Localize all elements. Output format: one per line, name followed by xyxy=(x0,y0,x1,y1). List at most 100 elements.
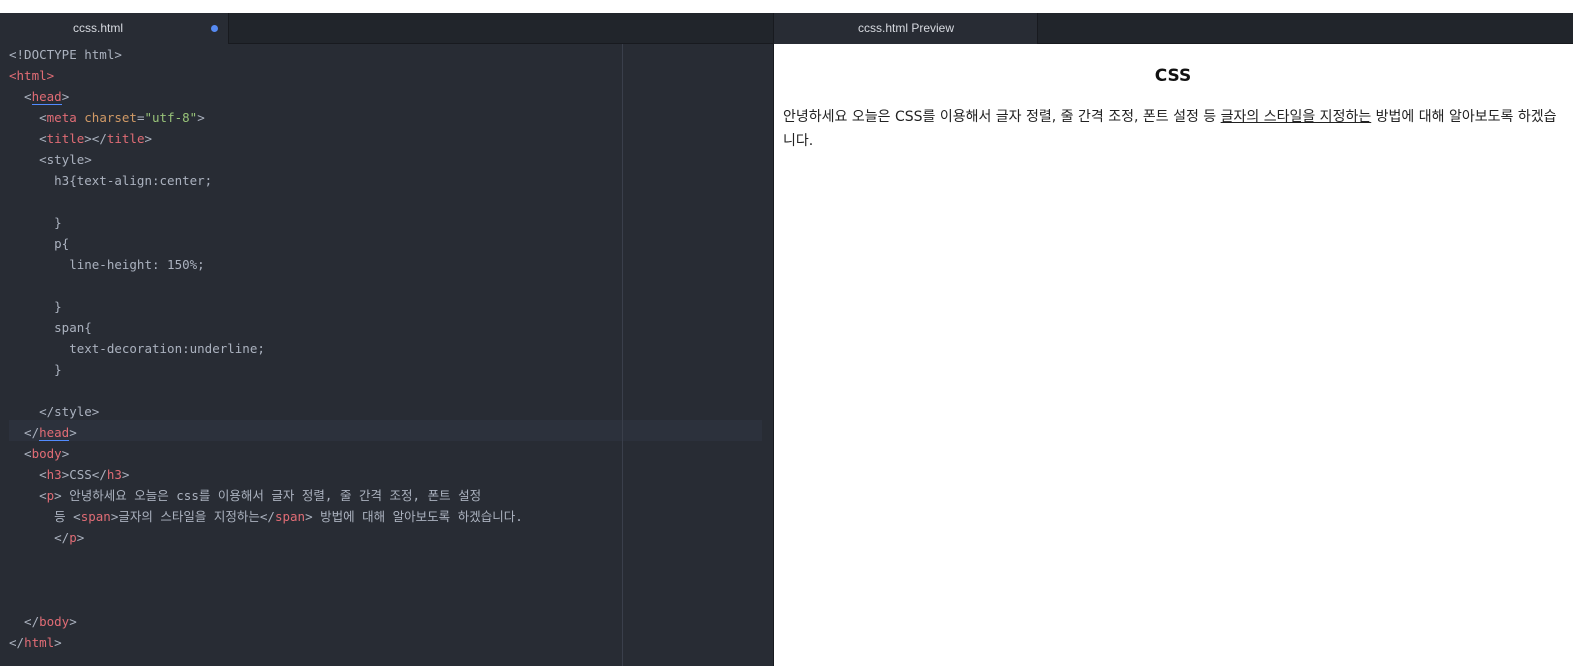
code-line[interactable]: 등 <span>글자의 스타일을 지정하는</span> 방법에 대해 알아보도… xyxy=(9,506,523,527)
code-token: html xyxy=(16,68,47,83)
code-token: 등 < xyxy=(9,509,81,524)
code-line[interactable]: </style> xyxy=(9,401,523,422)
code-line[interactable] xyxy=(9,548,523,569)
code-token: ></ xyxy=(84,131,107,146)
code-token: > 방법에 대해 알아보도록 하겠습니다. xyxy=(305,509,523,524)
code-token: > xyxy=(197,110,205,125)
code-token: title xyxy=(106,131,145,146)
code-line[interactable]: p{ xyxy=(9,233,523,254)
code-line[interactable]: <meta charset="utf-8"> xyxy=(9,107,523,128)
code-token: title xyxy=(46,131,85,146)
code-line[interactable] xyxy=(9,380,523,401)
tab-title: ccss.html xyxy=(72,21,123,35)
code-token: h3{text-align:center; xyxy=(9,173,213,188)
wrap-guide xyxy=(622,44,623,666)
code-token: > xyxy=(54,635,62,650)
code-token: < xyxy=(9,467,47,482)
code-editor-pane[interactable]: ccss.html <!DOCTYPE html> <html> <head> <… xyxy=(0,13,773,666)
code-token: > xyxy=(61,446,70,461)
code-line[interactable]: span{ xyxy=(9,317,523,338)
code-token: head xyxy=(39,425,70,441)
modified-indicator-icon[interactable] xyxy=(211,25,218,32)
code-token: span{ xyxy=(9,320,92,335)
code-token: html xyxy=(24,635,55,650)
code-token: > xyxy=(76,530,85,545)
code-line[interactable]: <body> xyxy=(9,443,523,464)
code-token: <style> xyxy=(9,152,92,167)
code-line[interactable] xyxy=(9,275,523,296)
code-token: h3 xyxy=(46,467,62,482)
code-token: < xyxy=(9,488,47,503)
code-line[interactable]: <title></title> xyxy=(9,128,523,149)
code-token: > xyxy=(69,614,77,629)
code-line[interactable]: </html> xyxy=(9,632,523,653)
code-token: </ xyxy=(9,530,70,545)
tab-title: ccss.html Preview xyxy=(857,21,955,35)
code-line[interactable]: } xyxy=(9,359,523,380)
code-token: </ xyxy=(9,425,40,440)
code-token: head xyxy=(31,89,62,105)
code-line[interactable]: <style> xyxy=(9,149,523,170)
code-token: } xyxy=(9,215,62,230)
code-token: </style> xyxy=(9,404,100,419)
code-token: < xyxy=(9,110,47,125)
window-top-strip xyxy=(0,0,1573,13)
underlined-span: 글자의 스타일을 지정하는 xyxy=(1220,109,1372,125)
preview-heading: CSS xyxy=(1154,66,1192,86)
code-line[interactable]: <h3>CSS</h3> xyxy=(9,464,523,485)
code-token: p{ xyxy=(9,236,70,251)
code-token: > xyxy=(69,425,77,440)
code-line[interactable] xyxy=(9,191,523,212)
preview-paragraph: 안녕하세요 오늘은 CSS를 이용해서 글자 정렬, 줄 간격 조정, 폰트 설… xyxy=(783,105,1563,153)
code-token: span xyxy=(274,509,306,524)
code-line[interactable]: </p> xyxy=(9,527,523,548)
preview-content: CSS 안녕하세요 오늘은 CSS를 이용해서 글자 정렬, 줄 간격 조정, … xyxy=(783,44,1563,153)
code-line[interactable]: h3{text-align:center; xyxy=(9,170,523,191)
code-token: body xyxy=(39,614,70,629)
code-token: } xyxy=(9,299,62,314)
code-line[interactable]: } xyxy=(9,296,523,317)
tab-ccss-html-preview[interactable]: ccss.html Preview xyxy=(774,13,1038,44)
code-token: >글자의 스타일을 지정하는</ xyxy=(110,509,275,524)
paragraph-text: 안녕하세요 오늘은 CSS를 이용해서 글자 정렬, 줄 간격 조정, 폰트 설… xyxy=(783,109,1221,125)
code-token: > xyxy=(121,467,130,482)
code-token: line-height: 150%; xyxy=(9,257,205,272)
code-token: < xyxy=(9,446,32,461)
code-line[interactable]: text-decoration:underline; xyxy=(9,338,523,359)
html-preview-pane[interactable]: ccss.html Preview CSS 안녕하세요 오늘은 CSS를 이용해… xyxy=(773,13,1573,666)
code-token: meta xyxy=(46,110,77,125)
code-token: </ xyxy=(9,635,25,650)
code-token: < xyxy=(9,131,47,146)
code-line[interactable]: </head> xyxy=(9,422,523,443)
code-token: } xyxy=(9,362,62,377)
code-line[interactable]: } xyxy=(9,212,523,233)
code-token: h3 xyxy=(106,467,122,482)
code-token: p xyxy=(69,530,77,545)
code-token: < xyxy=(9,68,17,83)
code-token: > xyxy=(144,131,153,146)
code-token: > xyxy=(61,89,70,104)
code-line[interactable]: <p> 안녕하세요 오늘은 css를 이용해서 글자 정렬, 줄 간격 조정, … xyxy=(9,485,523,506)
code-token: = xyxy=(136,110,145,125)
code-line[interactable]: line-height: 150%; xyxy=(9,254,523,275)
code-token: <!DOCTYPE html> xyxy=(9,47,122,62)
code-token: >CSS</ xyxy=(61,467,107,482)
tab-ccss-html[interactable]: ccss.html xyxy=(0,13,229,44)
code-line[interactable] xyxy=(9,569,523,590)
code-token: > 안녕하세요 오늘은 css를 이용해서 글자 정렬, 줄 간격 조정, 폰트… xyxy=(54,488,482,503)
code-token: </ xyxy=(9,614,40,629)
code-lines[interactable]: <!DOCTYPE html> <html> <head> <meta chars… xyxy=(9,44,523,653)
code-token: text-decoration:underline; xyxy=(9,341,265,356)
editor-tab-bar: ccss.html xyxy=(0,13,773,44)
code-line[interactable]: <html> xyxy=(9,65,523,86)
code-token: body xyxy=(31,446,62,461)
preview-tab-bar: ccss.html Preview xyxy=(774,13,1573,44)
code-area[interactable]: <!DOCTYPE html> <html> <head> <meta chars… xyxy=(0,44,773,666)
code-token: > xyxy=(46,68,55,83)
code-line[interactable]: <!DOCTYPE html> xyxy=(9,44,523,65)
code-line[interactable]: <head> xyxy=(9,86,523,107)
code-line[interactable] xyxy=(9,590,523,611)
code-token: < xyxy=(9,89,32,104)
code-line[interactable]: </body> xyxy=(9,611,523,632)
code-token: charset xyxy=(84,110,137,125)
